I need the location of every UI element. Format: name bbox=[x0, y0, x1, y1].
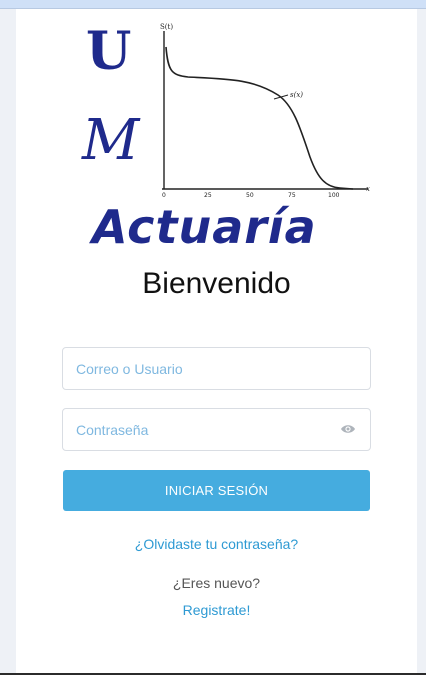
logo-letter-u: U bbox=[86, 21, 131, 82]
chart-x-label: x bbox=[366, 185, 370, 193]
chart-tick-label: 0 bbox=[162, 192, 166, 199]
browser-top-bar bbox=[0, 0, 426, 9]
chart-curve-label: s(x) bbox=[290, 91, 303, 99]
chart-tick-label: 25 bbox=[204, 192, 212, 199]
chart-tick-label: 100 bbox=[328, 192, 340, 199]
survival-curve-chart: S(t) s(x) 0 25 50 75 100 x bbox=[160, 23, 370, 199]
new-user-question: ¿Eres nuevo? bbox=[172, 575, 261, 591]
password-input[interactable] bbox=[62, 408, 371, 451]
register-link[interactable]: Registrate! bbox=[16, 602, 417, 618]
chart-y-label: S(t) bbox=[160, 23, 173, 31]
logo-wordmark: Actuaría bbox=[89, 200, 317, 252]
eye-icon[interactable] bbox=[340, 422, 356, 436]
forgot-password-link[interactable]: ¿Olvidaste tu contraseña? bbox=[16, 536, 417, 552]
login-card: U M S(t) s(x) 0 25 50 75 100 x Actuaría … bbox=[16, 9, 417, 673]
chart-tick-label: 50 bbox=[246, 192, 254, 199]
uma-actuaria-logo: U M S(t) s(x) 0 25 50 75 100 x Actuaría bbox=[81, 21, 370, 252]
login-button[interactable]: INICIAR SESIÓN bbox=[63, 470, 370, 511]
logo-letter-m: M bbox=[81, 108, 141, 173]
page-title: Bienvenido bbox=[142, 267, 291, 300]
user-input[interactable] bbox=[62, 347, 371, 390]
chart-tick-label: 75 bbox=[288, 192, 296, 199]
